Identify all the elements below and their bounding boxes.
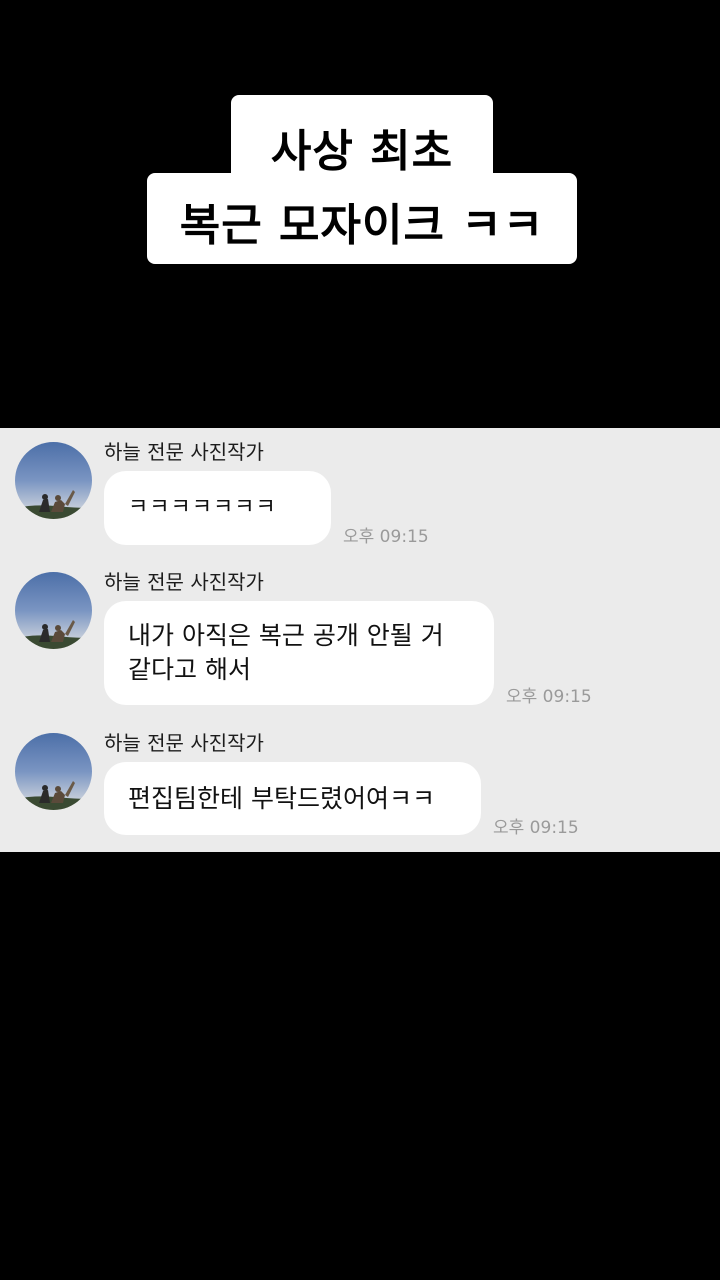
message-text-line-1: 내가 아직은 복근 공개 안될 거 (128, 621, 444, 650)
message-timestamp: 오후 09:15 (506, 687, 592, 707)
sender-avatar[interactable] (15, 733, 92, 810)
sender-name: 하늘 전문 사진작가 (104, 440, 264, 464)
video-frame: 사상 최초 복근 모자이크 ㅋㅋ 하늘 전문 사진작가 ㅋㅋㅋㅋㅋㅋㅋ 오후 0 (0, 0, 720, 1280)
caption-line-2: 복근 모자이크 ㅋㅋ (147, 173, 577, 264)
avatar-photo-icon (15, 781, 92, 810)
message-text-line-2: 같다고 해서 (128, 655, 251, 684)
message-text: ㅋㅋㅋㅋㅋㅋㅋ (128, 495, 277, 520)
message-bubble[interactable]: ㅋㅋㅋㅋㅋㅋㅋ (104, 471, 331, 545)
message-bubble[interactable]: 내가 아직은 복근 공개 안될 거 같다고 해서 (104, 601, 494, 705)
avatar-photo-icon (15, 620, 92, 649)
message-timestamp: 오후 09:15 (493, 818, 579, 838)
sender-avatar[interactable] (15, 572, 92, 649)
chat-message: 하늘 전문 사진작가 내가 아직은 복근 공개 안될 거 같다고 해서 오후 0… (0, 558, 720, 718)
message-bubble[interactable]: 편집팀한테 부탁드렸어여ㅋㅋ (104, 762, 481, 835)
chat-screenshot: 하늘 전문 사진작가 ㅋㅋㅋㅋㅋㅋㅋ 오후 09:15 하늘 전문 사진작가 내… (0, 428, 720, 852)
message-timestamp: 오후 09:15 (343, 527, 429, 547)
chat-message: 하늘 전문 사진작가 ㅋㅋㅋㅋㅋㅋㅋ 오후 09:15 (0, 428, 720, 558)
caption-line-1-text: 사상 최초 (270, 126, 454, 177)
message-text: 편집팀한테 부탁드렸어여ㅋㅋ (128, 783, 435, 813)
chat-message: 하늘 전문 사진작가 편집팀한테 부탁드렸어여ㅋㅋ 오후 09:15 (0, 719, 720, 849)
avatar-photo-icon (15, 490, 92, 519)
caption-line-2-text: 복근 모자이크 ㅋㅋ (179, 199, 545, 251)
sender-avatar[interactable] (15, 442, 92, 519)
sender-name: 하늘 전문 사진작가 (104, 570, 264, 594)
sender-name: 하늘 전문 사진작가 (104, 731, 264, 755)
